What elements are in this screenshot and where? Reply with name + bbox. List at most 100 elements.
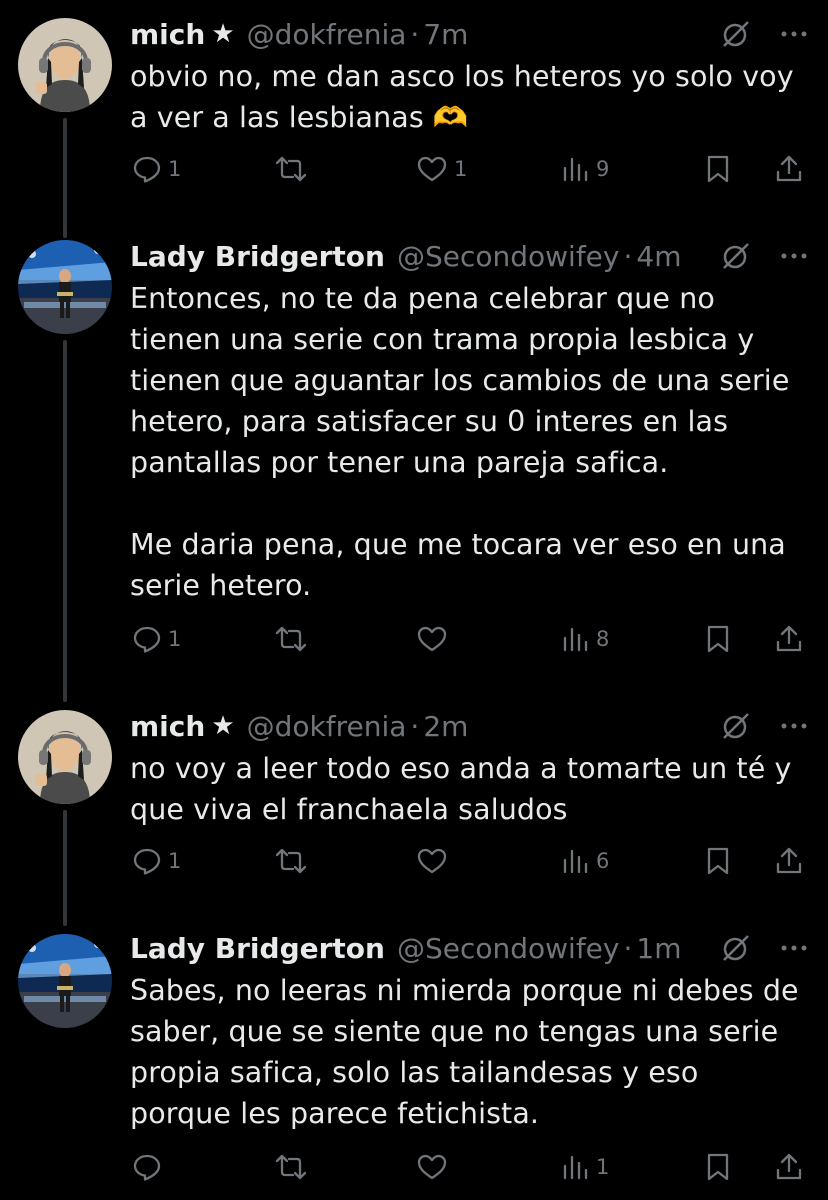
share-button[interactable] (774, 846, 804, 876)
avatar[interactable] (18, 18, 112, 112)
reply-icon (133, 1154, 161, 1181)
tweet-actions: 1 1 9 (130, 154, 810, 194)
tweet-header: Lady Bridgerton @Secondowifey · 1m (130, 928, 808, 968)
user-handle[interactable]: @dokfrenia (247, 18, 407, 51)
like-button[interactable] (416, 624, 454, 654)
bookmark-button[interactable] (704, 846, 732, 876)
tweet-text: Entonces, no te da pena celebrar que no … (130, 282, 790, 602)
like-button[interactable]: 1 (416, 154, 467, 184)
grok-icon[interactable] (720, 710, 752, 742)
separator-dot: · (410, 709, 420, 743)
wrestling-arena-avatar-icon (18, 240, 112, 334)
display-name[interactable]: Lady Bridgerton (130, 240, 385, 273)
anime-avatar-icon (18, 18, 112, 112)
tweet-actions: 1 (130, 1152, 810, 1192)
avatar[interactable] (18, 710, 112, 804)
views-count: 8 (596, 627, 610, 651)
reply-count: 1 (168, 157, 182, 181)
reply-button[interactable]: 1 (132, 624, 181, 654)
display-name[interactable]: mich (130, 18, 205, 51)
reply-button[interactable]: 1 (132, 154, 181, 184)
heart-icon (417, 156, 447, 182)
display-name[interactable]: mich (130, 710, 205, 743)
retweet-button[interactable] (274, 1152, 314, 1182)
timestamp[interactable]: 7m (423, 18, 468, 51)
conversation-thread: mich ★ @dokfrenia · 7m obvio no, me dan … (0, 0, 828, 1200)
views-icon (563, 627, 588, 652)
heart-icon (417, 1154, 447, 1180)
timestamp[interactable]: 4m (636, 240, 681, 273)
retweet-button[interactable] (274, 624, 314, 654)
grok-icon[interactable] (720, 18, 752, 50)
share-icon (776, 847, 802, 874)
grok-icon[interactable] (720, 932, 752, 964)
separator-dot: · (410, 17, 420, 51)
anime-avatar-icon (18, 710, 112, 804)
wrestling-arena-avatar-icon (18, 934, 112, 1028)
bookmark-icon (707, 155, 729, 183)
like-button[interactable] (416, 846, 454, 876)
heart-icon (417, 626, 447, 652)
bookmark-icon (707, 847, 729, 875)
reply-icon (133, 626, 161, 653)
reply-count: 1 (168, 849, 182, 873)
views-button[interactable]: 1 (562, 1152, 609, 1182)
bookmark-icon (707, 625, 729, 653)
more-icon[interactable] (780, 30, 808, 38)
retweet-icon (275, 626, 307, 652)
share-button[interactable] (774, 624, 804, 654)
views-button[interactable]: 9 (562, 154, 609, 184)
display-name[interactable]: Lady Bridgerton (130, 932, 385, 965)
more-icon[interactable] (780, 722, 808, 730)
views-icon (563, 157, 588, 182)
user-handle[interactable]: @Secondowifey (397, 240, 620, 273)
tweet[interactable]: mich ★ @dokfrenia · 7m obvio no, me dan … (0, 0, 828, 220)
avatar[interactable] (18, 934, 112, 1028)
reply-button[interactable] (132, 1152, 168, 1182)
bookmark-icon (707, 1153, 729, 1181)
views-count: 9 (596, 157, 610, 181)
retweet-button[interactable] (274, 154, 314, 184)
tweet-header: Lady Bridgerton @Secondowifey · 4m (130, 236, 808, 276)
share-button[interactable] (774, 154, 804, 184)
reply-icon (133, 156, 161, 183)
user-handle[interactable]: @Secondowifey (397, 932, 620, 965)
bookmark-button[interactable] (704, 1152, 732, 1182)
share-icon (776, 155, 802, 182)
tweet-header: mich ★ @dokfrenia · 2m (130, 706, 808, 746)
more-icon[interactable] (780, 944, 808, 952)
avatar[interactable] (18, 240, 112, 334)
heart-icon (417, 848, 447, 874)
reply-count: 1 (168, 627, 182, 651)
timestamp[interactable]: 2m (423, 710, 468, 743)
like-button[interactable] (416, 1152, 454, 1182)
retweet-icon (275, 1154, 307, 1180)
reply-icon (133, 848, 161, 875)
views-count: 1 (596, 1155, 610, 1179)
tweet[interactable]: mich ★ @dokfrenia · 2m no voy a leer tod… (0, 692, 828, 914)
user-handle[interactable]: @dokfrenia (247, 710, 407, 743)
separator-dot: · (623, 931, 633, 965)
tweet[interactable]: Lady Bridgerton @Secondowifey · 1m Sabes… (0, 914, 828, 1200)
reply-button[interactable]: 1 (132, 846, 181, 876)
tweet-header: mich ★ @dokfrenia · 7m (130, 14, 808, 54)
like-count: 1 (454, 157, 468, 181)
views-button[interactable]: 6 (562, 846, 609, 876)
timestamp[interactable]: 1m (636, 932, 681, 965)
bookmark-button[interactable] (704, 154, 732, 184)
tweet-text: no voy a leer todo eso anda a tomarte un… (130, 752, 792, 826)
tweet[interactable]: Lady Bridgerton @Secondowifey · 4m Enton… (0, 220, 828, 692)
tweet-actions: 1 6 (130, 846, 810, 886)
separator-dot: · (623, 239, 633, 273)
share-button[interactable] (774, 1152, 804, 1182)
star-badge-icon: ★ (211, 19, 235, 49)
bookmark-button[interactable] (704, 624, 732, 654)
retweet-button[interactable] (274, 846, 314, 876)
views-button[interactable]: 8 (562, 624, 609, 654)
tweet-text: Sabes, no leeras ni mierda porque ni deb… (130, 974, 799, 1130)
retweet-icon (275, 848, 307, 874)
more-icon[interactable] (780, 252, 808, 260)
grok-icon[interactable] (720, 240, 752, 272)
share-icon (776, 1153, 802, 1180)
views-icon (563, 1155, 588, 1180)
